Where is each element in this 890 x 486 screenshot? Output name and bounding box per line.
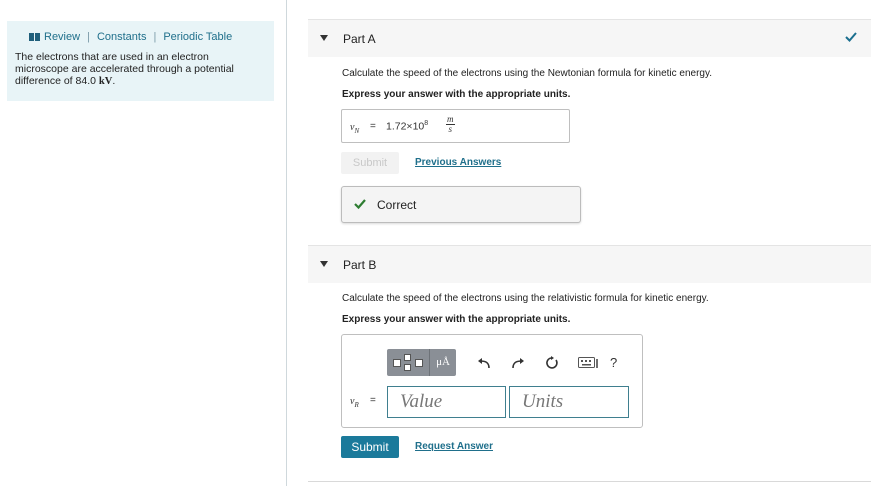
part-a-answer-display: vN = 1.72×108 m s <box>341 109 570 143</box>
part-a-prompt: Calculate the speed of the electrons usi… <box>342 68 713 79</box>
part-b-title: Part B <box>343 258 377 272</box>
collapse-caret-icon[interactable] <box>320 261 328 267</box>
previous-answers-link[interactable]: Previous Answers <box>415 157 501 168</box>
answer-unit: m s <box>446 114 455 134</box>
left-panel: Review | Constants | Periodic Table The … <box>0 0 287 486</box>
problem-unit: kV <box>98 76 113 87</box>
template-square-icon <box>415 359 423 367</box>
problem-text: The electrons that are used in an electr… <box>15 51 234 87</box>
redo-icon[interactable] <box>510 355 526 371</box>
periodic-table-link[interactable]: Periodic Table <box>163 31 232 43</box>
answer-variable: vR <box>350 396 359 409</box>
link-separator: | <box>87 31 90 43</box>
feedback-correct-box: Correct <box>341 186 581 223</box>
units-input[interactable] <box>509 386 629 418</box>
link-separator: | <box>153 31 157 43</box>
part-a-header[interactable]: Part A <box>308 19 871 57</box>
problem-end: . <box>112 75 116 87</box>
part-b-instruction: Express your answer with the appropriate… <box>342 314 571 325</box>
constants-link[interactable]: Constants <box>97 31 147 43</box>
correct-check-icon <box>354 198 366 210</box>
part-a-instruction: Express your answer with the appropriate… <box>342 89 571 100</box>
template-square-icon <box>393 359 401 367</box>
reset-icon[interactable] <box>544 355 560 371</box>
keyboard-icon[interactable] <box>578 355 600 371</box>
answer-value: 1.72×108 <box>386 120 429 133</box>
divider <box>308 481 871 482</box>
resource-links: Review | Constants | Periodic Table <box>29 31 232 43</box>
equals-sign: = <box>370 395 376 406</box>
problem-info-box: Review | Constants | Periodic Table The … <box>7 21 274 101</box>
part-b-prompt: Calculate the speed of the electrons usi… <box>342 293 709 304</box>
request-answer-link[interactable]: Request Answer <box>415 441 493 452</box>
value-input[interactable] <box>387 386 506 418</box>
collapse-caret-icon[interactable] <box>320 35 328 41</box>
review-link[interactable]: Review <box>44 31 80 43</box>
undo-icon[interactable] <box>476 355 492 371</box>
units-symbols-button[interactable]: μÅ <box>429 349 456 376</box>
problem-statement: The electrons that are used in an electr… <box>15 51 265 88</box>
help-button[interactable]: ? <box>610 355 617 370</box>
math-toolbar: μÅ ? <box>387 349 617 376</box>
book-icon <box>29 33 40 41</box>
feedback-label: Correct <box>377 198 417 212</box>
part-a-submit-button[interactable]: Submit <box>341 152 399 174</box>
checkmark-icon <box>845 30 857 44</box>
part-a-title: Part A <box>343 32 376 46</box>
template-square-icon <box>404 364 411 371</box>
answer-variable: vN <box>350 122 360 135</box>
part-b-header[interactable]: Part B <box>308 245 871 283</box>
equals-sign: = <box>370 121 376 132</box>
template-square-icon <box>404 354 411 361</box>
templates-button[interactable] <box>387 349 429 376</box>
part-b-submit-button[interactable]: Submit <box>341 436 399 458</box>
part-b-answer-editor: μÅ ? vR = <box>341 334 643 428</box>
